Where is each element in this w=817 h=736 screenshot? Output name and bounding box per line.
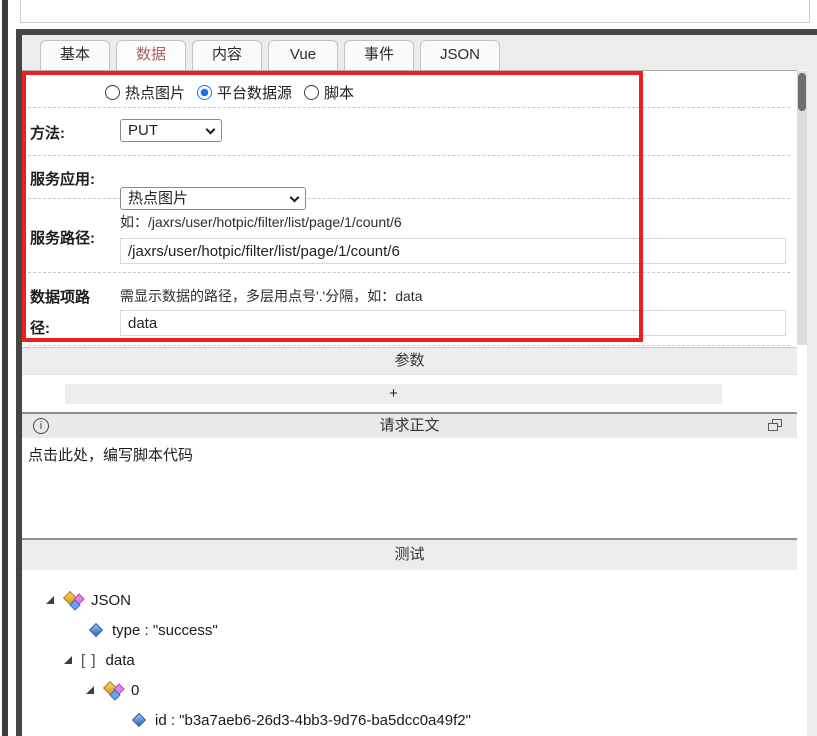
radio-script[interactable]: 脚本	[304, 82, 354, 103]
data-path-hint: 需显示数据的路径，多层用点号'.'分隔，如：data	[120, 288, 423, 304]
tree-node-root[interactable]: JSON	[46, 590, 132, 611]
left-window-edge	[2, 0, 8, 736]
tab-json[interactable]: JSON	[420, 40, 500, 70]
data-path-label: 数据项路径:	[30, 289, 91, 337]
divider	[28, 107, 790, 108]
tree-node-label: id : "b3a7aeb6-26d3-4bb3-9d76-ba5dcc0a49…	[155, 711, 471, 729]
divider	[28, 272, 790, 273]
service-app-select-value: 热点图片	[128, 190, 189, 207]
request-body-title: 请求正文	[379, 417, 440, 434]
data-path-input[interactable]	[120, 310, 786, 336]
expanded-arrow-icon[interactable]	[86, 686, 94, 694]
script-editor-placeholder[interactable]: 点击此处，编写脚本代码	[28, 444, 193, 465]
value-diamond-icon	[131, 712, 147, 728]
service-app-select[interactable]: 热点图片	[120, 187, 306, 210]
expanded-arrow-icon[interactable]	[46, 596, 54, 604]
service-path-label: 服务路径:	[30, 230, 95, 247]
radio-platform-datasource[interactable]: 平台数据源	[197, 82, 292, 103]
expanded-arrow-icon[interactable]	[64, 656, 72, 664]
method-label: 方法:	[30, 125, 65, 142]
tree-node-data[interactable]: [ ] data	[64, 650, 135, 670]
divider	[28, 155, 790, 156]
json-object-icon	[62, 590, 85, 611]
tree-node-item0[interactable]: 0	[86, 680, 140, 701]
radio-icon	[304, 84, 320, 100]
tab-content[interactable]: 内容	[192, 40, 262, 70]
service-path-input[interactable]	[120, 238, 786, 264]
request-body-section-header: i 请求正文	[22, 412, 797, 438]
form-scrollbar-track[interactable]	[797, 71, 807, 345]
service-app-label: 服务应用:	[30, 171, 95, 188]
restore-window-icon[interactable]	[768, 419, 783, 432]
method-select-value: PUT	[128, 122, 158, 139]
tab-basic[interactable]: 基本	[40, 40, 110, 70]
chevron-down-icon	[289, 192, 300, 203]
test-section-header: 测试	[22, 538, 797, 570]
value-diamond-icon	[88, 622, 104, 638]
tree-node-id[interactable]: id : "b3a7aeb6-26d3-4bb3-9d76-ba5dcc0a49…	[131, 710, 471, 730]
tab-data[interactable]: 数据	[116, 40, 186, 70]
method-select[interactable]: PUT	[120, 119, 222, 142]
property-tab-bar: 基本 数据 内容 Vue 事件 JSON	[22, 35, 817, 70]
info-icon[interactable]: i	[33, 418, 49, 434]
radio-label: 平台数据源	[217, 84, 293, 102]
tree-node-label: JSON	[91, 591, 132, 609]
tab-event[interactable]: 事件	[344, 40, 414, 70]
tree-node-label: 0	[131, 681, 140, 699]
divider	[28, 345, 790, 346]
chevron-down-icon	[205, 124, 216, 135]
right-gutter	[807, 35, 817, 736]
tree-node-label: type : "success"	[112, 621, 218, 639]
radio-hotpic-image[interactable]: 热点图片	[105, 82, 185, 103]
radio-icon	[105, 84, 120, 100]
restore-front-rect	[768, 423, 778, 431]
json-array-icon: [ ]	[81, 651, 97, 669]
tree-node-label: data	[105, 651, 135, 669]
service-path-hint: 如：/jaxrs/user/hotpic/filter/list/page/1/…	[120, 214, 402, 230]
radio-label: 热点图片	[125, 84, 186, 102]
radio-label: 脚本	[324, 84, 355, 102]
radio-checked-icon	[197, 84, 213, 100]
tab-vue[interactable]: Vue	[268, 40, 338, 70]
data-source-radio-group: 热点图片 平台数据源 脚本	[105, 82, 354, 102]
upper-panel-bottom	[20, 0, 810, 23]
json-object-icon	[102, 680, 125, 701]
params-section-header: 参数	[22, 347, 797, 375]
form-scrollbar-thumb[interactable]	[798, 73, 806, 111]
add-param-button[interactable]: +	[65, 384, 722, 404]
tree-node-type[interactable]: type : "success"	[88, 620, 218, 640]
